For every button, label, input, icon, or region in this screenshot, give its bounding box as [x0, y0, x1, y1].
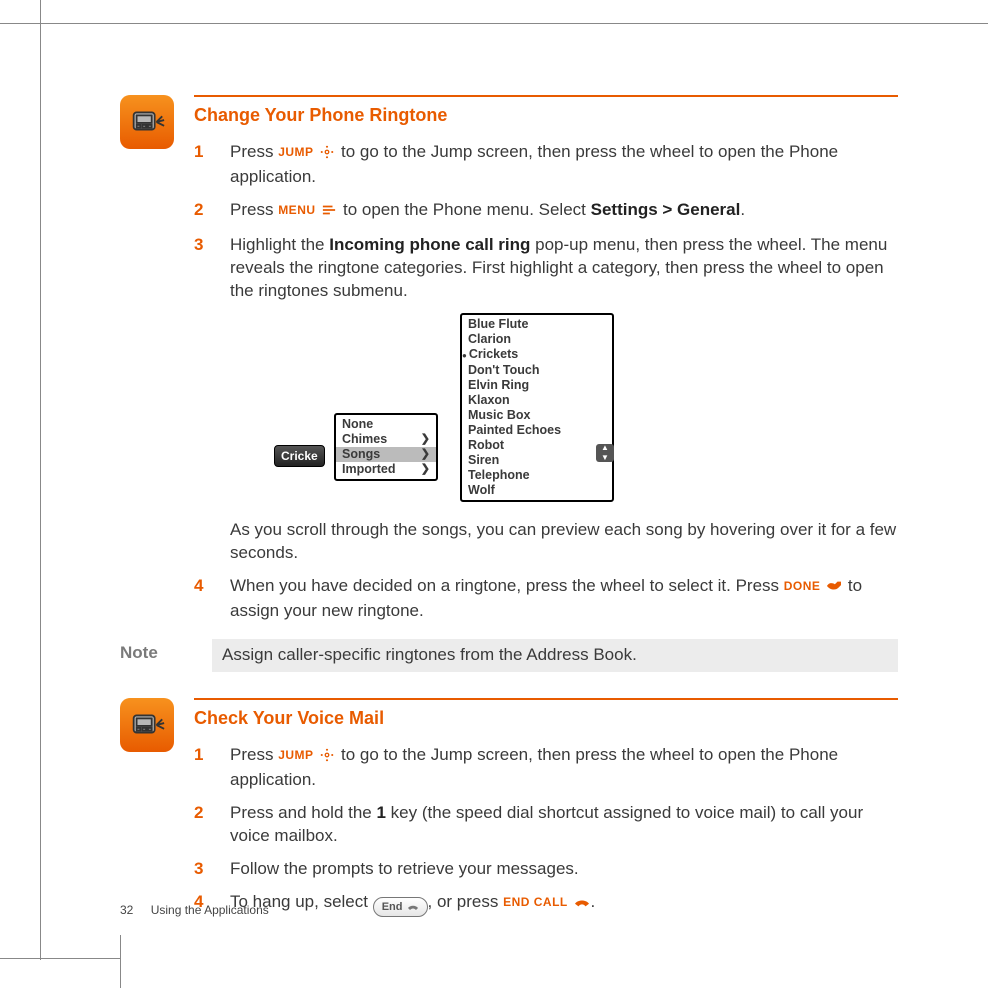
step: 3 Follow the prompts to retrieve your me…	[194, 858, 898, 881]
section-title: Change Your Phone Ringtone	[194, 103, 898, 127]
menu-item: Chimes❯	[336, 432, 436, 447]
step: 2 Press and hold the 1 key (the speed di…	[194, 802, 898, 848]
chevron-right-icon: ❯	[421, 462, 430, 477]
step: 2 Press MENU to open the Phone menu. Sel…	[194, 199, 898, 224]
chevron-right-icon: ❯	[421, 432, 430, 447]
step-text: When you have decided on a ringtone, pre…	[230, 575, 898, 623]
note-callout: Note Assign caller-specific ringtones fr…	[120, 639, 898, 672]
menu-item: None	[336, 417, 436, 432]
step: 3 Highlight the Incoming phone call ring…	[194, 234, 898, 303]
step-number: 2	[194, 802, 212, 848]
jump-icon	[318, 143, 336, 166]
note-body: Assign caller-specific ringtones from th…	[212, 639, 898, 672]
category-menu: None Chimes❯ Songs❯ Imported❯	[334, 413, 438, 481]
end-call-button-graphic: End	[373, 897, 428, 917]
step-text: Press JUMP to go to the Jump screen, the…	[230, 141, 898, 189]
step-number: 1	[194, 744, 212, 792]
step-number: 2	[194, 199, 212, 224]
jump-key-label: JUMP	[278, 145, 313, 159]
section-ringtone: Change Your Phone Ringtone 1 Press JUMP …	[120, 95, 898, 633]
footer-title: Using the Applications	[151, 903, 269, 917]
current-selection-label: Cricke	[274, 445, 325, 467]
menu-icon	[320, 201, 338, 224]
step: 1 Press JUMP to go to the Jump screen, t…	[194, 141, 898, 189]
section-rule	[194, 698, 898, 700]
crop-mark	[40, 0, 41, 960]
ringtone-submenu: Blue Flute Clarion Crickets Don't Touch …	[460, 313, 614, 502]
step-text: Follow the prompts to retrieve your mess…	[230, 858, 898, 881]
step: 4 To hang up, select End, or press END C…	[194, 891, 898, 917]
done-icon	[825, 577, 843, 600]
step: 4 When you have decided on a ringtone, p…	[194, 575, 898, 623]
note-label: Note	[120, 639, 212, 672]
end-call-icon	[573, 893, 591, 916]
crop-mark	[120, 935, 121, 988]
step-number: 3	[194, 858, 212, 881]
submenu-item: Painted Echoes	[462, 423, 612, 438]
ringtone-menu-diagram: Blue Flute Clarion Crickets Don't Touch …	[274, 313, 898, 511]
done-key-label: DONE	[784, 579, 821, 593]
section-title: Check Your Voice Mail	[194, 706, 898, 730]
end-call-key-label: END CALL	[503, 895, 568, 909]
submenu-item: Elvin Ring	[462, 378, 612, 393]
menu-item: Imported❯	[336, 462, 436, 477]
submenu-item: Clarion	[462, 332, 612, 347]
submenu-item: Blue Flute	[462, 317, 612, 332]
page-footer: 32 Using the Applications	[120, 902, 269, 918]
page-number: 32	[120, 903, 133, 917]
step-text: Press JUMP to go to the Jump screen, the…	[230, 744, 898, 792]
step-text: Press and hold the 1 key (the speed dial…	[230, 802, 898, 848]
step-number: 4	[194, 575, 212, 623]
section-rule	[194, 95, 898, 97]
submenu-item: Robot	[462, 438, 612, 453]
chevron-right-icon: ❯	[421, 447, 430, 462]
section-voicemail: Check Your Voice Mail 1 Press JUMP to go…	[120, 698, 898, 927]
step-number: 1	[194, 141, 212, 189]
step-note: As you scroll through the songs, you can…	[230, 519, 898, 565]
jump-key-label: JUMP	[278, 748, 313, 762]
step: 1 Press JUMP to go to the Jump screen, t…	[194, 744, 898, 792]
scroll-indicator-icon: ▲▼	[596, 444, 614, 462]
step-text: Highlight the Incoming phone call ring p…	[230, 234, 898, 303]
step-text: To hang up, select End, or press END CAL…	[230, 891, 898, 917]
submenu-item: Telephone	[462, 468, 612, 483]
jump-icon	[318, 746, 336, 769]
menu-item-highlighted: Songs❯	[336, 447, 436, 462]
phone-app-icon	[120, 95, 174, 149]
crop-mark	[0, 958, 120, 959]
menu-key-label: MENU	[278, 203, 315, 217]
submenu-item: Klaxon	[462, 393, 612, 408]
submenu-item-selected: Crickets	[462, 347, 612, 363]
submenu-item: Siren	[462, 453, 612, 468]
submenu-item: Music Box	[462, 408, 612, 423]
phone-app-icon	[120, 698, 174, 752]
step-number: 3	[194, 234, 212, 303]
submenu-item: Don't Touch	[462, 363, 612, 378]
submenu-item: Wolf	[462, 483, 612, 498]
step-text: Press MENU to open the Phone menu. Selec…	[230, 199, 898, 224]
crop-mark	[0, 23, 988, 24]
